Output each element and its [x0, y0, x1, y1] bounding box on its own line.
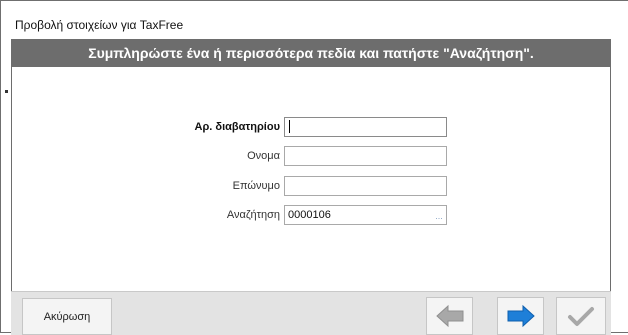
cancel-label: Ακύρωση: [43, 310, 91, 323]
search-label: Αναζήτηση: [226, 209, 280, 221]
last-name-label: Επώνυμο: [232, 180, 280, 192]
cancel-button[interactable]: Ακύρωση: [22, 298, 112, 335]
passport-row: Αρ. διαβατηρίου: [1, 117, 628, 137]
arrow-right-icon: [507, 304, 535, 328]
next-button[interactable]: [497, 297, 544, 335]
previous-button[interactable]: [426, 297, 473, 335]
window-title: Προβολή στοιχείων για TaxFree: [15, 18, 184, 32]
search-input[interactable]: 0000106 ...: [284, 205, 447, 225]
last-name-input[interactable]: [284, 176, 447, 196]
text-caret: [289, 120, 290, 133]
instruction-banner: Συμπληρώστε ένα ή περισσότερα πεδία και …: [11, 39, 611, 67]
first-name-input[interactable]: [284, 146, 447, 166]
passport-label: Αρ. διαβατηρίου: [194, 121, 280, 133]
lookup-button[interactable]: ...: [432, 206, 446, 224]
button-bar: Ακύρωση: [11, 291, 611, 335]
last-name-row: Επώνυμο: [1, 176, 628, 196]
first-name-row: Ονομα: [1, 146, 628, 166]
search-value: 0000106: [288, 209, 331, 221]
checkmark-icon: [568, 307, 594, 326]
passport-input[interactable]: [284, 117, 447, 137]
dialog-window: Προβολή στοιχείων για TaxFree Συμπληρώστ…: [0, 0, 628, 335]
search-row: Αναζήτηση 0000106 ...: [1, 205, 628, 225]
arrow-left-icon: [435, 304, 463, 328]
confirm-button[interactable]: [556, 297, 606, 335]
first-name-label: Ονομα: [247, 150, 280, 162]
resize-marker: [5, 90, 8, 93]
